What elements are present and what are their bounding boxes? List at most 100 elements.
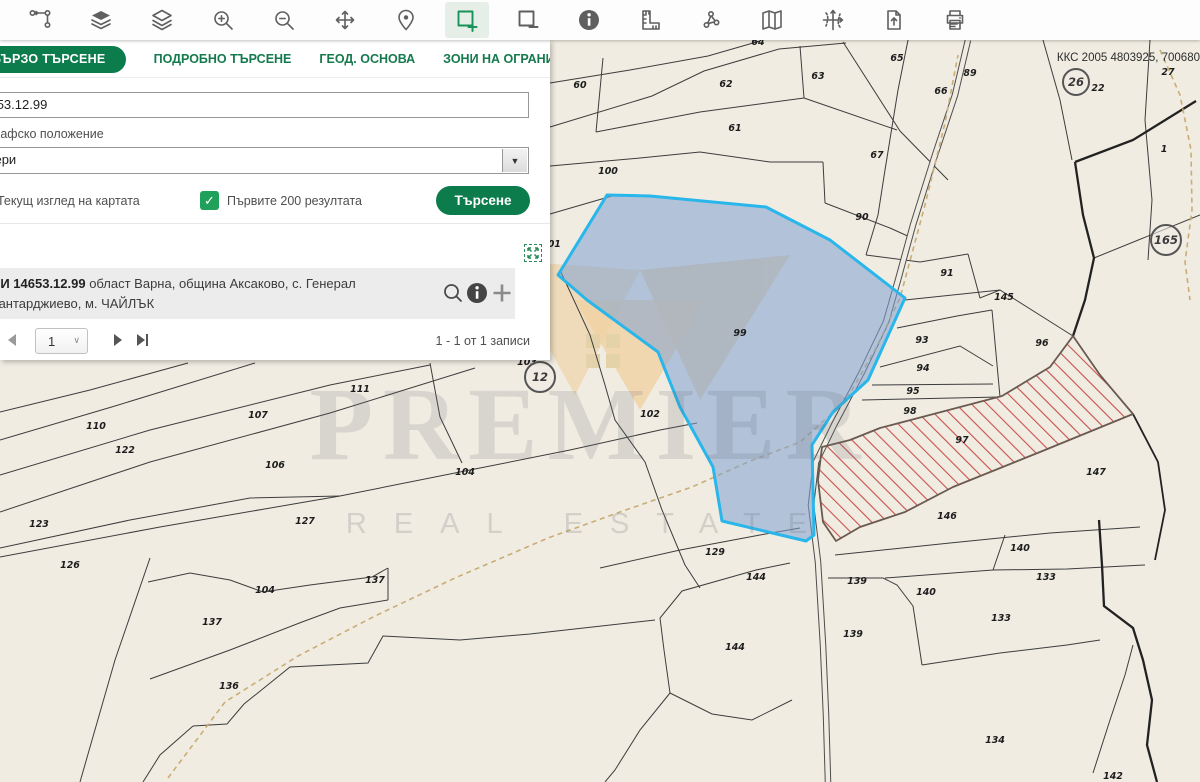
parcel-label-140: 140	[916, 587, 936, 598]
circled-label-26: 26	[1062, 68, 1090, 96]
parcel-label-65: 65	[890, 53, 904, 64]
parcel-label-133: 133	[1036, 572, 1056, 583]
parcel-label-133: 133	[991, 613, 1011, 624]
parcel-label-127: 127	[295, 516, 315, 527]
search-panel: БЪРЗО ТЪРСЕНЕ ПОДРОБНО ТЪРСЕНЕ ГЕОД. ОСН…	[0, 40, 550, 360]
parcel-label-93: 93	[915, 335, 929, 346]
tab-geodetic-basis[interactable]: ГЕОД. ОСНОВА	[319, 52, 415, 66]
parcel-label-145: 145	[994, 292, 1014, 303]
parcel-label-102: 102	[640, 409, 660, 420]
parcel-label-111: 111	[350, 384, 370, 395]
layers-filled-icon[interactable]	[79, 2, 123, 38]
zoom-in-icon[interactable]	[201, 2, 245, 38]
parcel-label-27: 27	[1161, 67, 1175, 78]
previous-page-icon[interactable]	[6, 333, 18, 350]
crs-coordinates-readout: ККС 2005 4803925, 700680	[1056, 52, 1200, 64]
parcel-label-137: 137	[365, 575, 385, 586]
print-icon[interactable]	[933, 2, 977, 38]
next-page-icon[interactable]	[112, 333, 124, 350]
parcel-label-61: 61	[728, 123, 741, 134]
parcel-label-64: 64	[751, 40, 765, 48]
first-200-results-label: Първите 200 резултата	[227, 194, 362, 208]
coordinate-grid-icon[interactable]	[811, 2, 855, 38]
last-page-icon[interactable]	[136, 333, 150, 350]
parcel-label-100: 100	[598, 166, 618, 177]
parcel-label-107: 107	[248, 410, 268, 421]
parcel-label-126: 126	[60, 560, 80, 571]
circled-label-12: 12	[524, 361, 556, 393]
parcel-label-104: 104	[455, 467, 475, 478]
parcel-label-1: 1	[1161, 144, 1168, 155]
tab-restriction-zones[interactable]: ЗОНИ НА ОГРАНИЧЕНИЯ	[443, 52, 550, 66]
parcel-label-63: 63	[811, 71, 825, 82]
search-options-row: Текущ изглед на картата ✓ Първите 200 ре…	[0, 186, 550, 218]
parcel-label-129: 129	[705, 547, 725, 558]
add-result-icon[interactable]	[490, 281, 514, 305]
parcel-label-95: 95	[906, 386, 920, 397]
parcel-label-106: 106	[265, 460, 285, 471]
workflow-icon[interactable]	[18, 2, 62, 38]
parcel-label-104: 104	[255, 585, 275, 596]
parcel-label-142: 142	[1103, 771, 1123, 782]
zoom-out-icon[interactable]	[262, 2, 306, 38]
divider	[0, 223, 550, 224]
divider	[0, 77, 550, 78]
geographic-location-label: Географско положение	[0, 127, 104, 141]
pagination-bar: 1 ∨ 1 - 1 от 1 записи	[0, 327, 550, 357]
parcel-label-137: 137	[202, 617, 222, 628]
parcel-label-99: 99	[733, 328, 747, 339]
location-select[interactable]: Избери ▼	[0, 147, 529, 174]
app-window: 60 62 63 64 65 66 67 61 90 100 101 89 22 27 1 91 145 96 93…	[0, 0, 1200, 782]
measure-icon[interactable]	[628, 2, 672, 38]
select-remove-icon[interactable]	[506, 2, 550, 38]
parcel-label-22: 22	[1091, 83, 1105, 94]
zoom-to-result-icon[interactable]	[441, 281, 465, 305]
parcel-label-96: 96	[1035, 338, 1049, 349]
parcel-label-136: 136	[219, 681, 239, 692]
parcel-label-140: 140	[1010, 543, 1030, 554]
svg-text:26: 26	[1068, 75, 1084, 89]
circled-label-165: 165	[1150, 224, 1182, 256]
current-map-view-label: Текущ изглед на картата	[0, 194, 140, 208]
parcel-label-147: 147	[1086, 467, 1106, 478]
first-200-results-checkbox[interactable]: ✓	[200, 191, 219, 210]
parcel-label-97: 97	[955, 435, 969, 446]
parcel-label-110: 110	[86, 421, 106, 432]
location-pin-icon[interactable]	[384, 2, 428, 38]
parcel-label-98: 98	[903, 406, 917, 417]
parcel-label-122: 122	[115, 445, 135, 456]
result-info-icon[interactable]	[465, 281, 489, 305]
chevron-down-icon[interactable]: ▼	[502, 149, 527, 172]
parcel-label-91: 91	[940, 268, 953, 279]
svg-text:12: 12	[532, 370, 548, 384]
parcel-label-139: 139	[847, 576, 867, 587]
expand-panel-icon[interactable]	[524, 244, 542, 262]
parcel-label-60: 60	[573, 80, 587, 91]
parcel-label-139: 139	[843, 629, 863, 640]
tab-detailed-search[interactable]: ПОДРОБНО ТЪРСЕНЕ	[154, 52, 292, 66]
search-result-row[interactable]: ПИ 14653.12.99 област Варна, община Акса…	[0, 268, 515, 319]
svg-text:165: 165	[1154, 233, 1178, 247]
tab-quick-search[interactable]: БЪРЗО ТЪРСЕНЕ	[0, 45, 126, 73]
page-number-dropdown[interactable]: 1 ∨	[35, 328, 88, 354]
parcel-label-123: 123	[29, 519, 49, 530]
map-icon[interactable]	[750, 2, 794, 38]
polygon-nodes-icon[interactable]	[689, 2, 733, 38]
parcel-label-134: 134	[985, 735, 1005, 746]
select-add-icon[interactable]	[445, 2, 489, 38]
parcel-label-94: 94	[916, 363, 930, 374]
records-count-label: 1 - 1 от 1 записи	[435, 334, 530, 348]
info-filled-icon[interactable]	[567, 2, 611, 38]
parcel-label-62: 62	[719, 79, 733, 90]
pan-icon[interactable]	[323, 2, 367, 38]
parcel-search-input[interactable]: 14653.12.99	[0, 92, 529, 118]
export-icon[interactable]	[872, 2, 916, 38]
map-toolbar	[0, 0, 1200, 40]
search-tabs: БЪРЗО ТЪРСЕНЕ ПОДРОБНО ТЪРСЕНЕ ГЕОД. ОСН…	[0, 44, 550, 74]
parcel-label-144: 144	[746, 572, 766, 583]
chevron-down-icon: ∨	[73, 335, 80, 345]
parcel-label-90: 90	[855, 212, 869, 223]
layers-stack-icon[interactable]	[140, 2, 184, 38]
search-button[interactable]: Търсене	[436, 186, 530, 215]
parcel-label-144: 144	[725, 642, 745, 653]
